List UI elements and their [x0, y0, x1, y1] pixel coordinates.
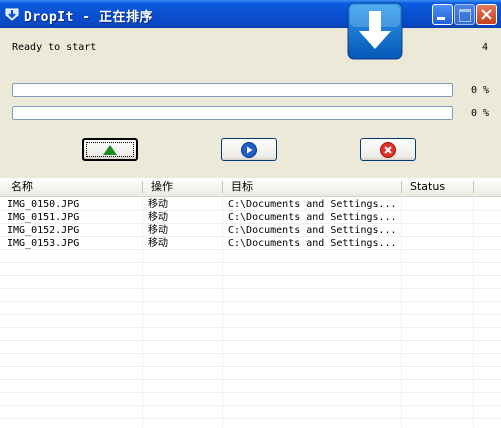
- grid-line: [0, 262, 501, 263]
- dropit-window: DropIt - 正在排序 Ready to start 4 0 % 0 % 名…: [0, 0, 501, 428]
- file-count: 4: [481, 42, 488, 53]
- column-separator[interactable]: [142, 181, 143, 193]
- cell-destination: C:\Documents and Settings...: [228, 212, 397, 223]
- cell-name: IMG_0150.JPG: [7, 199, 80, 210]
- grid-line: [0, 327, 501, 328]
- cell-name: IMG_0153.JPG: [7, 238, 80, 249]
- list-header: 名称 操作 目标 Status: [0, 178, 501, 197]
- progress-percent-current: 0 %: [470, 108, 489, 119]
- progress-percent-overall: 0 %: [470, 85, 489, 96]
- grid-line: [0, 366, 501, 367]
- minimize-button[interactable]: [432, 4, 453, 25]
- up-triangle-icon: [103, 144, 117, 155]
- grid-line: [0, 275, 501, 276]
- grid-line: [0, 288, 501, 289]
- minimize-icon: [437, 17, 445, 20]
- column-separator[interactable]: [401, 181, 402, 193]
- file-list[interactable]: 名称 操作 目标 Status IMG_0150.JPG 移动 C:\Docum…: [0, 178, 501, 428]
- cell-name: IMG_0152.JPG: [7, 225, 80, 236]
- list-row[interactable]: IMG_0151.JPG 移动 C:\Documents and Setting…: [0, 211, 501, 224]
- list-row[interactable]: IMG_0150.JPG 移动 C:\Documents and Setting…: [0, 198, 501, 211]
- cell-destination: C:\Documents and Settings...: [228, 225, 397, 236]
- dropit-drop-target-icon[interactable]: [347, 2, 403, 60]
- grid-line: [0, 353, 501, 354]
- column-separator[interactable]: [222, 181, 223, 193]
- column-header-name[interactable]: 名称: [5, 178, 143, 196]
- dropit-app-icon: [5, 8, 19, 21]
- column-header-destination[interactable]: 目标: [225, 178, 401, 196]
- cancel-button[interactable]: [360, 138, 416, 161]
- cell-action: 移动: [148, 238, 168, 249]
- status-text: Ready to start: [12, 42, 97, 53]
- progress-bar-current: [12, 106, 453, 120]
- cancel-x-icon: [380, 141, 396, 158]
- cell-action: 移动: [148, 212, 168, 223]
- window-title: DropIt - 正在排序: [24, 10, 153, 25]
- play-circle-icon: [241, 141, 257, 158]
- grid-line: [0, 314, 501, 315]
- grid-line: [0, 418, 501, 419]
- close-icon: [481, 9, 492, 20]
- grid-line: [0, 392, 501, 393]
- list-row[interactable]: IMG_0153.JPG 移动 C:\Documents and Setting…: [0, 237, 501, 250]
- maximize-icon: [459, 9, 471, 22]
- play-button[interactable]: [221, 138, 277, 161]
- progress-bar-overall: [12, 83, 453, 97]
- grid-line: [0, 379, 501, 380]
- cell-name: IMG_0151.JPG: [7, 212, 80, 223]
- grid-line: [0, 340, 501, 341]
- close-button[interactable]: [476, 4, 497, 25]
- column-separator[interactable]: [473, 181, 474, 193]
- start-button[interactable]: [82, 138, 138, 161]
- maximize-button[interactable]: [454, 4, 475, 25]
- column-header-action[interactable]: 操作: [145, 178, 223, 196]
- title-bar[interactable]: DropIt - 正在排序: [0, 0, 501, 60]
- column-header-status[interactable]: Status: [404, 178, 474, 196]
- cell-action: 移动: [148, 199, 168, 210]
- grid-line: [0, 301, 501, 302]
- cell-destination: C:\Documents and Settings...: [228, 238, 397, 249]
- cell-action: 移动: [148, 225, 168, 236]
- cell-destination: C:\Documents and Settings...: [228, 199, 397, 210]
- grid-line: [0, 405, 501, 406]
- list-row[interactable]: IMG_0152.JPG 移动 C:\Documents and Setting…: [0, 224, 501, 237]
